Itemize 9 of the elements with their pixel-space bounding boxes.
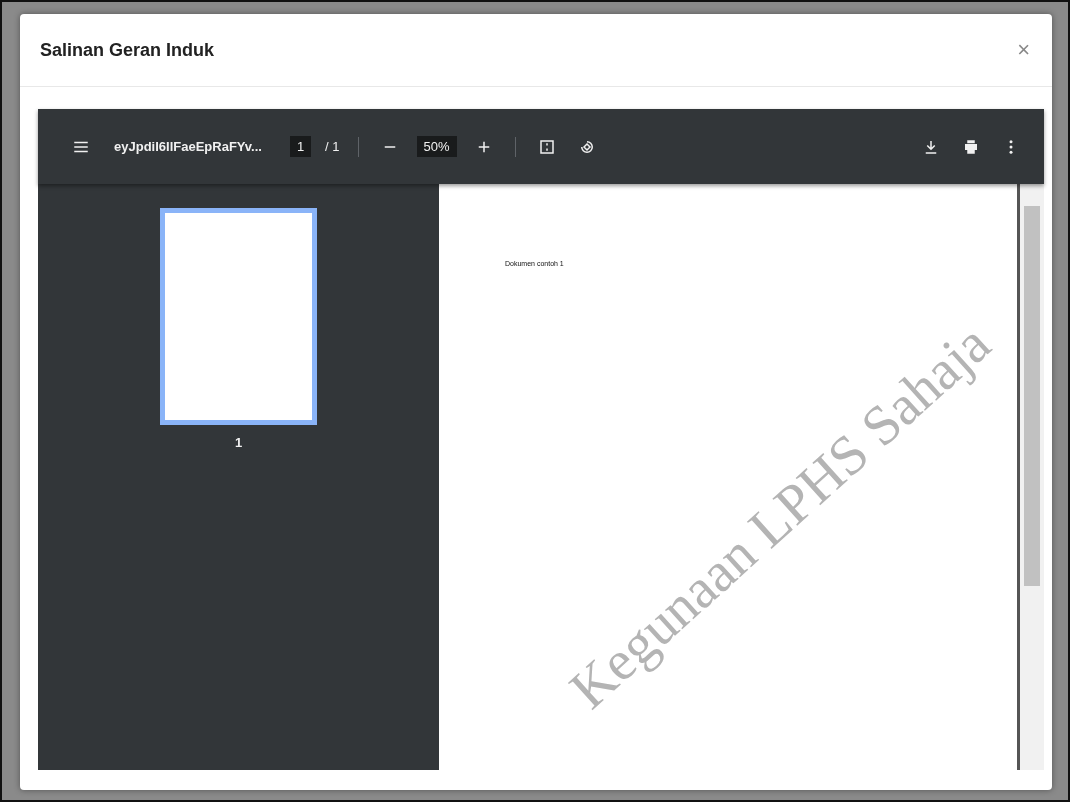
thumbnail-label: 1 bbox=[234, 435, 243, 450]
page-thumbnail[interactable] bbox=[160, 208, 317, 425]
close-button[interactable]: × bbox=[1013, 37, 1034, 63]
scrollbar[interactable] bbox=[1017, 184, 1044, 770]
page-total: / 1 bbox=[325, 139, 340, 154]
page-number-field[interactable]: 1 bbox=[289, 136, 312, 157]
file-name: eyJpdiI6IlFaeEpRaFYv... bbox=[114, 139, 262, 154]
zoom-field[interactable]: 50% bbox=[416, 136, 457, 157]
dialog-title: Salinan Geran Induk bbox=[40, 39, 215, 61]
